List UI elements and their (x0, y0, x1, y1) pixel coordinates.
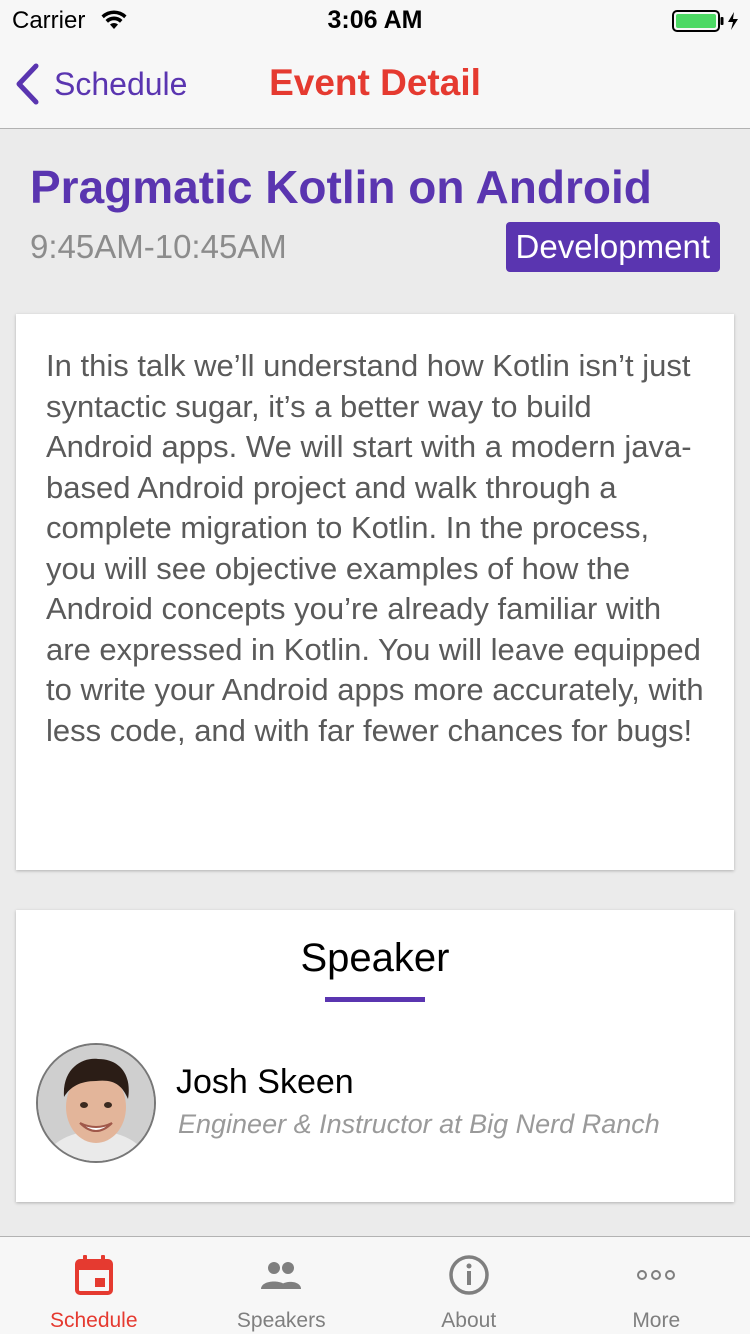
navigation-bar: Schedule Event Detail (0, 40, 750, 129)
heading-underline (325, 997, 425, 1002)
tab-schedule[interactable]: Schedule (0, 1237, 188, 1334)
page-title: Event Detail (269, 62, 481, 103)
more-icon (637, 1270, 676, 1280)
calendar-icon (74, 1255, 113, 1295)
tab-speakers[interactable]: Speakers (188, 1237, 376, 1334)
tab-more[interactable]: More (563, 1237, 750, 1334)
battery-icon (672, 10, 738, 32)
category-badge: Development (505, 222, 720, 272)
people-icon (261, 1262, 302, 1289)
tab-bar: Schedule Speakers About More (0, 1236, 750, 1334)
tab-label: More (632, 1309, 681, 1332)
description-card: In this talk we’ll understand how Kotlin… (16, 314, 734, 870)
speaker-name[interactable]: Josh Skeen (176, 1063, 354, 1102)
status-time: 3:06 AM (327, 6, 423, 34)
event-description: In this talk we’ll understand how Kotlin… (46, 348, 704, 748)
speaker-section-heading: Speaker (300, 936, 450, 980)
status-bar: Carrier 3:06 AM (0, 0, 750, 40)
event-title: Pragmatic Kotlin on Android (30, 161, 652, 213)
info-icon (449, 1255, 489, 1295)
tab-about[interactable]: About (375, 1237, 563, 1334)
tab-label: Speakers (236, 1309, 326, 1332)
tab-label: About (441, 1309, 497, 1332)
speaker-avatar[interactable] (36, 1043, 156, 1163)
tab-label: Schedule (49, 1309, 138, 1332)
app-root: Carrier 3:06 AM Schedule Event Detail Pr… (0, 0, 750, 1334)
speaker-title: Engineer & Instructor at Big Nerd Ranch (178, 1109, 660, 1139)
speaker-card: Speaker Josh Skeen Engineer & Instructor… (16, 910, 734, 1202)
avatar-photo-icon (38, 1045, 154, 1161)
event-time: 9:45AM-10:45AM (30, 228, 287, 265)
